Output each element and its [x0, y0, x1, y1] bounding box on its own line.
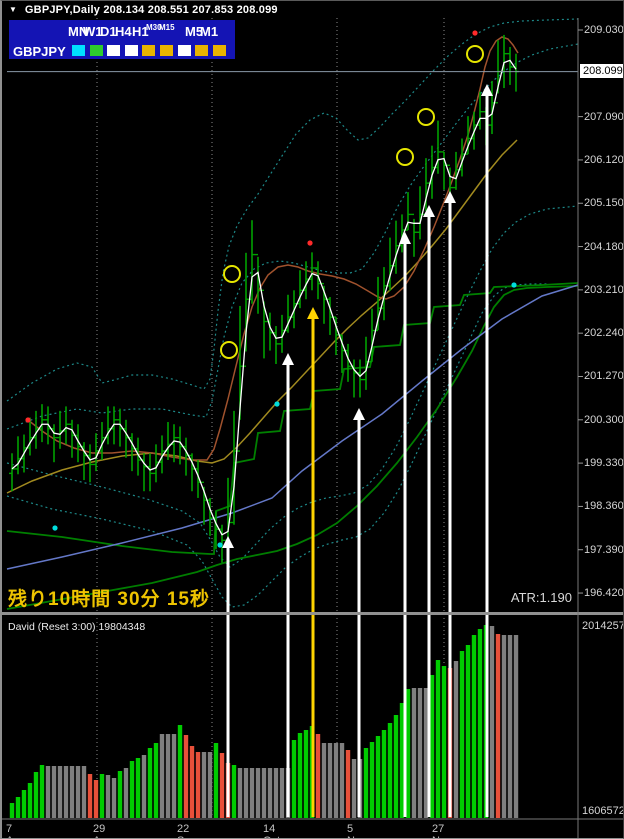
time-axis-label: 22 Sep 2025: [177, 823, 197, 838]
price-axis-label: 207.090: [584, 110, 624, 123]
volume-histogram: [9, 625, 519, 818]
price-axis-label: 198.360: [584, 500, 624, 513]
status-square-icon: [124, 45, 138, 56]
price-axis-label: 204.180: [584, 240, 624, 253]
status-square-icon: [89, 45, 103, 56]
price-axis-label: 199.330: [584, 457, 624, 470]
indicator-min-value: 16065727: [582, 805, 623, 817]
fractal-high-dot-icon: [307, 240, 313, 246]
price-axis-label: 203.210: [584, 283, 624, 296]
chart-window: ▼ GBPJPY,Daily 208.134 208.551 207.853 2…: [0, 0, 624, 839]
arrow-up-icon: [423, 205, 435, 217]
chart-canvas[interactable]: [2, 1, 624, 839]
status-square-icon: [177, 45, 191, 56]
arrow-up-icon: [222, 536, 234, 548]
indicator-max-value: 20142572: [582, 620, 623, 632]
status-square-icon: [212, 45, 226, 56]
time-axis-label: 27 Nov 2025: [432, 823, 452, 838]
arrow-up-icon: [399, 232, 411, 244]
price-axis-label: 205.150: [584, 197, 624, 210]
grid-lines: [96, 18, 445, 817]
price-axis-label: 202.240: [584, 327, 624, 340]
time-axis-label: 5 Nov 2025: [347, 823, 367, 838]
time-axis-label: 7 Aug 2025: [6, 823, 26, 838]
arrow-shaft: [403, 243, 407, 817]
symbol-label: GBPJPY: [13, 44, 66, 59]
price-axis-label: 206.120: [584, 153, 624, 166]
fractal-low-dot-icon: [274, 401, 280, 407]
price-axis-label: 200.300: [584, 413, 624, 426]
signal-circle-icon: [223, 265, 241, 283]
fractal-low-dot-icon: [52, 525, 58, 531]
timeframe-button-h4[interactable]: H4: [115, 24, 132, 39]
arrow-shaft: [427, 216, 431, 817]
status-square-icon: [72, 45, 85, 56]
current-price-label: 208.099: [580, 64, 623, 78]
arrow-shaft: [311, 318, 315, 817]
signal-circle-icon: [466, 45, 484, 63]
status-square-icon: [195, 45, 209, 56]
price-axis-label: 201.270: [584, 370, 624, 383]
arrow-shaft: [286, 364, 290, 817]
timeframe-toolbar: GBPJPY MN W1 D1 H4 H1 M30 M15 M5 M1: [9, 20, 235, 59]
status-square-icon: [142, 45, 156, 56]
indicator-panel-label: David (Reset 3:00) 19804348: [8, 621, 146, 633]
fractal-low-dot-icon: [217, 542, 223, 548]
chart-title: GBPJPY,Daily 208.134 208.551 207.853 208…: [24, 3, 278, 16]
arrow-shaft: [357, 419, 361, 817]
price-axis-label: 197.390: [584, 543, 624, 556]
arrow-up-icon: [282, 353, 294, 365]
signal-circle-icon: [396, 148, 414, 166]
time-axis-label: 14 Oct 2025: [263, 823, 280, 838]
time-axis-label: 29 Aug 2025: [93, 823, 113, 838]
dropdown-triangle-icon[interactable]: ▼: [9, 5, 17, 14]
price-axis-label: 196.420: [584, 587, 624, 600]
atr-value: ATR:1.190: [510, 590, 572, 605]
status-square-icon: [160, 45, 173, 56]
price-axis-label: 209.030: [584, 24, 624, 36]
fractal-low-dot-icon: [511, 282, 517, 288]
timeframe-button-m15[interactable]: M15: [159, 23, 175, 32]
arrow-shaft: [485, 95, 489, 817]
candle-countdown-timer: 残り10時間 30分 15秒: [8, 589, 210, 610]
chart-titlebar[interactable]: ▼ GBPJPY,Daily 208.134 208.551 207.853 2…: [2, 1, 623, 18]
arrow-shaft: [226, 547, 230, 817]
fractal-high-dot-icon: [25, 417, 31, 423]
signal-arrows: [222, 84, 493, 817]
arrow-up-icon: [307, 307, 319, 319]
signal-markers: [25, 30, 517, 548]
arrow-up-icon: [353, 408, 365, 420]
status-square-icon: [107, 45, 121, 56]
timeframe-button-m1[interactable]: M1: [200, 24, 218, 39]
signal-circle-icon: [220, 341, 238, 359]
arrow-shaft: [448, 202, 452, 817]
signal-circle-icon: [417, 108, 435, 126]
fractal-high-dot-icon: [472, 30, 478, 36]
